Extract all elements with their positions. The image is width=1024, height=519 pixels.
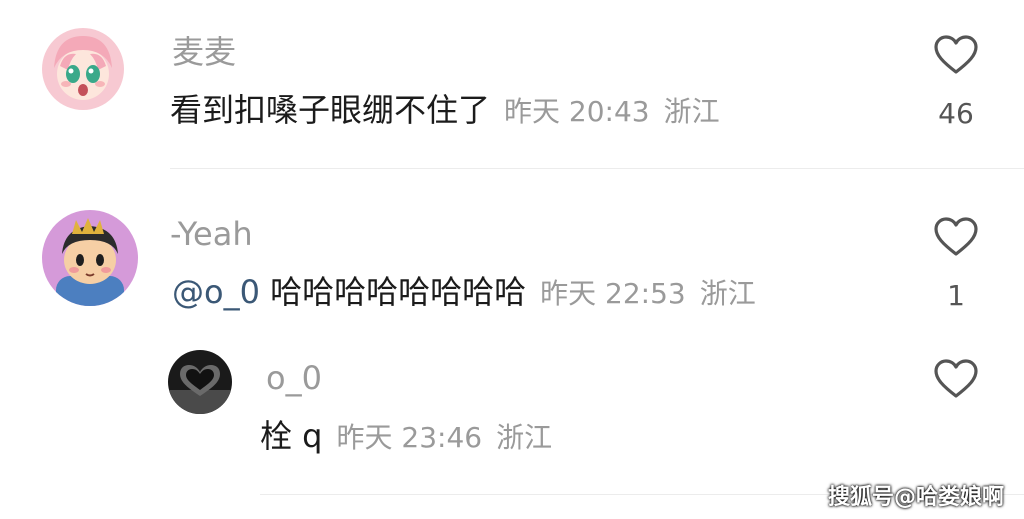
reply-username[interactable]: o_0 — [266, 358, 322, 398]
avatar[interactable] — [42, 28, 124, 110]
comment-thread: 麦麦 看到扣嗓子眼绷不住了 昨天 20:43 浙江 46 -Yeah @o_0 哈哈… — [0, 0, 1024, 519]
like-button[interactable] — [926, 358, 986, 400]
comment-username[interactable]: -Yeah — [170, 214, 253, 254]
like-count: 1 — [947, 279, 965, 312]
like-button[interactable]: 1 — [926, 216, 986, 312]
comment-text: 看到扣嗓子眼绷不住了 — [170, 91, 491, 129]
avatar[interactable] — [168, 350, 232, 414]
reply-text-row[interactable]: 栓 q 昨天 23:46 浙江 — [260, 416, 552, 458]
heart-icon — [934, 217, 978, 256]
watermark: 搜狐号@哈娄娘啊 — [827, 485, 1004, 510]
avatar[interactable] — [42, 210, 138, 306]
comment-text: 哈哈哈哈哈哈哈哈 — [270, 273, 527, 311]
reply-text: 栓 q — [260, 417, 323, 455]
comment-username[interactable]: 麦麦 — [172, 32, 236, 72]
dark-heart-hands-avatar-icon — [168, 350, 232, 414]
cartoon-boy-avatar-icon — [42, 210, 138, 306]
like-count: 46 — [938, 97, 974, 130]
reply-time: 昨天 23:46 — [336, 421, 483, 454]
comment-location: 浙江 — [699, 277, 756, 310]
divider — [170, 168, 1024, 169]
comment-time: 昨天 22:53 — [540, 277, 686, 310]
comment-text-row[interactable]: @o_0 哈哈哈哈哈哈哈哈 昨天 22:53 浙江 — [172, 272, 756, 314]
like-button[interactable]: 46 — [926, 34, 986, 130]
heart-icon — [934, 359, 978, 398]
comment-location: 浙江 — [663, 95, 720, 128]
reply-location: 浙江 — [496, 421, 553, 454]
anime-girl-avatar-icon — [42, 28, 124, 110]
heart-icon — [934, 35, 978, 74]
comment-time: 昨天 20:43 — [504, 95, 650, 128]
mention-link[interactable]: @o_0 — [172, 273, 260, 311]
comment-text-row[interactable]: 看到扣嗓子眼绷不住了 昨天 20:43 浙江 — [170, 90, 720, 132]
